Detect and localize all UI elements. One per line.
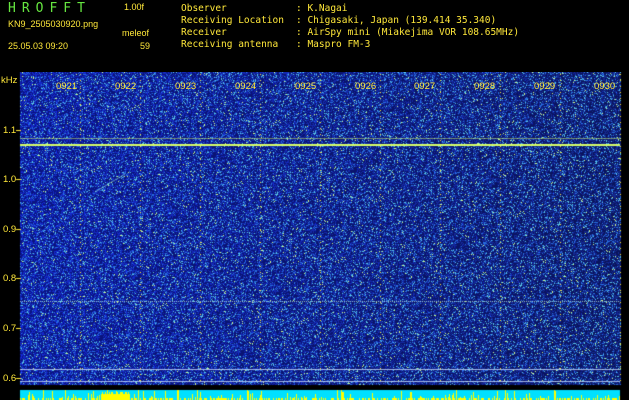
- y-axis-unit: kHz: [1, 75, 18, 86]
- y-tick-label: 0.9: [3, 224, 17, 235]
- x-tick-label: 0930: [594, 81, 616, 92]
- x-tick-label: 0929: [534, 81, 556, 92]
- observer-value: : K.Nagai: [296, 3, 348, 14]
- y-tick-label: 0.6: [3, 373, 17, 384]
- y-tick-label: 0.8: [3, 273, 17, 284]
- y-tick-label: 0.7: [3, 323, 17, 334]
- location-value: : Chigasaki, Japan (139.414 35.340): [296, 15, 497, 26]
- location-label: Receiving Location: [181, 15, 284, 26]
- file-name: KN9_2505030920.png: [8, 19, 99, 29]
- x-tick-label: 0926: [355, 81, 377, 92]
- header: HROFFT 1.00f KN9_2505030920.png meleof 2…: [0, 0, 629, 72]
- x-tick-label: 0925: [295, 81, 317, 92]
- app-version: 1.00f: [124, 2, 145, 12]
- x-tick-label: 0921: [56, 81, 78, 92]
- y-tick-label: 1.1: [3, 125, 17, 136]
- y-tick-label: 1.0: [3, 174, 17, 185]
- counter-label: meleof: [122, 28, 150, 38]
- counter-value: 59: [140, 41, 151, 51]
- app-title: HROFFT: [8, 1, 91, 16]
- spectrogram-canvas: [0, 72, 629, 400]
- x-tick-label: 0924: [235, 81, 257, 92]
- timestamp: 25.05.03 09:20: [8, 41, 69, 51]
- x-tick-label: 0927: [414, 81, 436, 92]
- receiver-value: : AirSpy mini (Miakejima VOR 108.65MHz): [296, 27, 520, 38]
- receiver-label: Receiver: [181, 27, 227, 38]
- antenna-value: : Maspro FM-3: [296, 39, 371, 50]
- observer-label: Observer: [181, 3, 227, 14]
- x-tick-label: 0928: [474, 81, 496, 92]
- x-tick-label: 0922: [115, 81, 137, 92]
- x-tick-label: 0923: [175, 81, 197, 92]
- spectrogram-panel: kHz 1.1 1.0 0.9 0.8 0.7 0.6 0921 0922 09…: [0, 72, 629, 400]
- antenna-label: Receiving antenna: [181, 39, 279, 50]
